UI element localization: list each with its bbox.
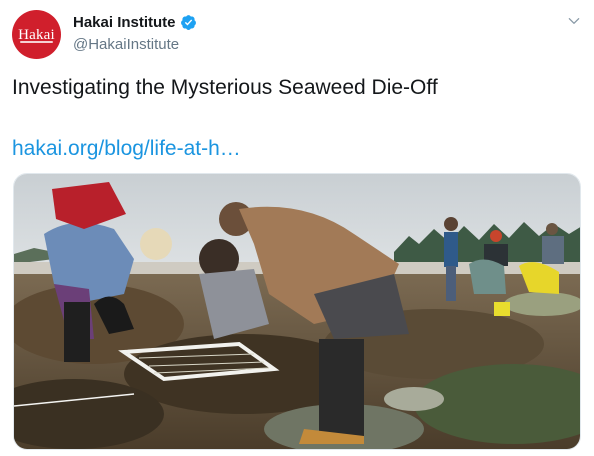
tweet-text: Investigating the Mysterious Seaweed Die… <box>12 76 438 99</box>
avatar-logo-underline <box>20 41 53 43</box>
tweet-media-photo[interactable] <box>13 173 581 450</box>
chevron-down-icon[interactable] <box>567 14 581 28</box>
author-avatar[interactable]: Hakai <box>12 10 61 59</box>
photo-icon <box>14 174 580 449</box>
author-display-name[interactable]: Hakai Institute <box>73 14 176 31</box>
author-name-row: Hakai Institute <box>73 14 197 31</box>
verified-badge-icon <box>180 15 196 30</box>
author-handle[interactable]: @HakaiInstitute <box>73 36 179 53</box>
tweet-link[interactable]: hakai.org/blog/life-at-h… <box>12 136 241 162</box>
